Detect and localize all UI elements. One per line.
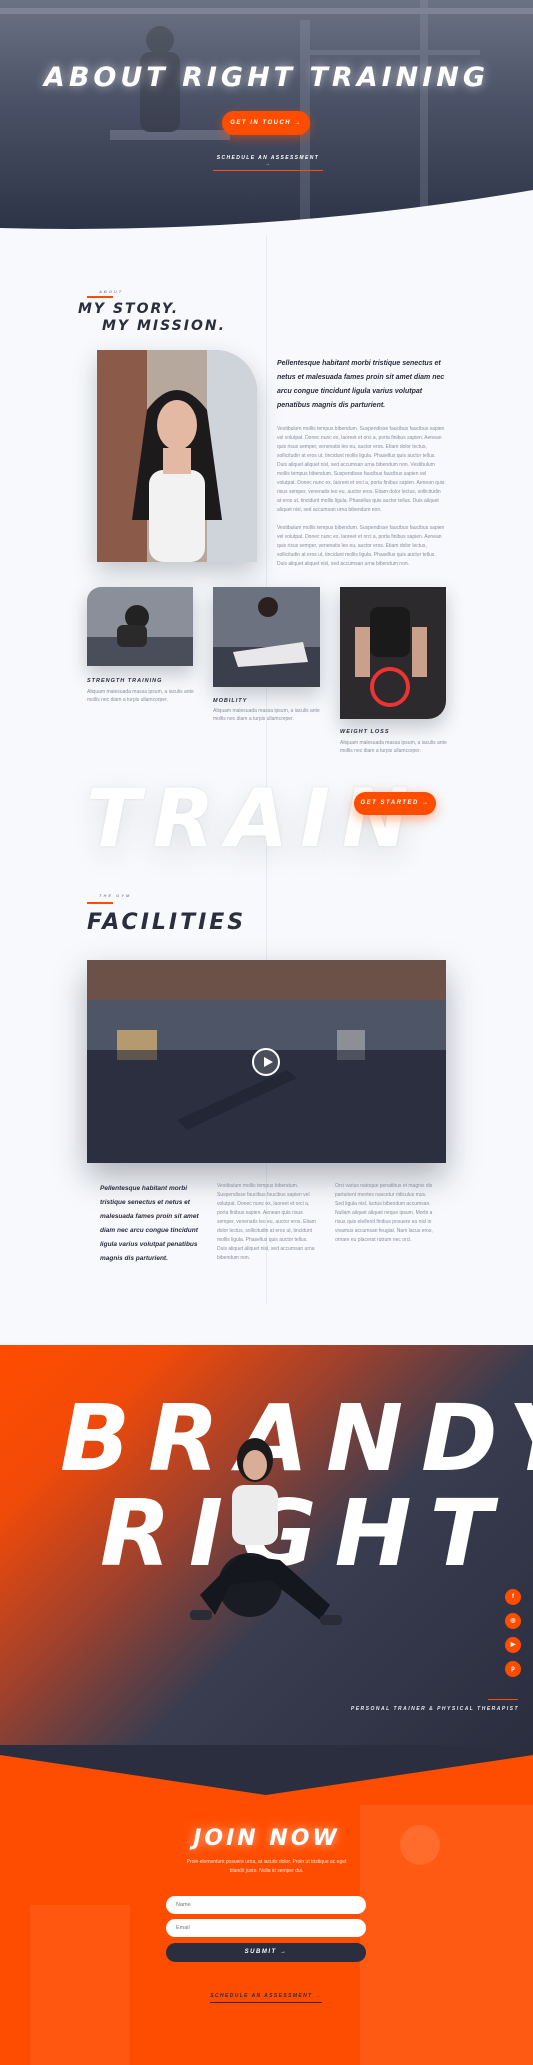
join-text: Proin elementum posuere urna, at iaculis… xyxy=(186,1859,347,1874)
page: ABOUT RIGHT TRAINING GET IN TOUCH → SCHE… xyxy=(0,0,533,2065)
train-heading: TRAIN xyxy=(86,772,421,865)
get-in-touch-button[interactable]: GET IN TOUCH → xyxy=(222,111,310,135)
hero-title: ABOUT RIGHT TRAINING xyxy=(43,62,490,93)
story-paragraph-2: Vestibulum mollis tempus bibendum. Suspe… xyxy=(277,525,445,567)
card-title-strength: STRENGTH TRAINING xyxy=(87,678,163,684)
instagram-icon[interactable]: ◎ xyxy=(505,1613,521,1629)
facilities-eyebrow: THE GYM xyxy=(99,893,132,898)
story-title-line2: MY MISSION. xyxy=(102,318,226,334)
card-text-mobility: Aliquam malesuada massa ipsum, a iaculis… xyxy=(213,708,320,722)
brandy-accent-line xyxy=(488,1699,518,1700)
hero-section: ABOUT RIGHT TRAINING GET IN TOUCH → SCHE… xyxy=(0,0,533,230)
facilities-video[interactable] xyxy=(87,960,446,1163)
pinterest-icon[interactable]: p xyxy=(505,1661,521,1677)
trainer-portrait-image xyxy=(97,350,257,562)
weight-loss-image xyxy=(340,587,446,719)
facilities-column-2: Vestibulum mollis tempus bibendum. Suspe… xyxy=(217,1183,316,1261)
brandy-subtitle: PERSONAL TRAINER & PHYSICAL THERAPIST xyxy=(350,1706,519,1712)
facilities-column-3: Orci varius natoque penatibus et magnis … xyxy=(335,1183,433,1243)
play-icon[interactable] xyxy=(252,1048,280,1076)
name-field[interactable] xyxy=(166,1896,366,1914)
facilities-lead-text: Pellentesque habitant morbi tristique se… xyxy=(100,1185,199,1262)
schedule-assessment-link[interactable]: SCHEDULE AN ASSESSMENT → xyxy=(213,155,323,171)
submit-button[interactable]: SUBMIT → xyxy=(166,1943,366,1962)
join-title: JOIN NOW xyxy=(193,1826,340,1851)
eyebrow-accent-line xyxy=(87,296,113,298)
trainer-photo xyxy=(190,1438,342,1625)
story-title: MY STORY. MY MISSION. xyxy=(78,301,226,335)
get-started-button[interactable]: GET STARTED → xyxy=(354,792,436,815)
facebook-icon[interactable]: f xyxy=(505,1589,521,1605)
card-title-mobility: MOBILITY xyxy=(213,698,248,704)
card-text-strength: Aliquam malesuada massa ipsum, a iaculis… xyxy=(87,689,194,703)
email-field[interactable] xyxy=(166,1919,366,1937)
brandy-section: BRANDY RIGHT xyxy=(0,1345,533,1745)
story-lead-text: Pellentesque habitant morbi tristique se… xyxy=(277,360,445,409)
eyebrow-accent-line xyxy=(87,902,113,904)
card-text-weight-loss: Aliquam malesuada massa ipsum, a iaculis… xyxy=(340,740,447,754)
youtube-icon[interactable]: ▶ xyxy=(505,1637,521,1653)
story-paragraph-1: Vestibulum mollis tempus bibendum. Suspe… xyxy=(277,426,445,513)
join-schedule-assessment-link[interactable]: SCHEDULE AN ASSESSMENT → xyxy=(210,1993,322,2003)
story-title-line1: MY STORY. xyxy=(78,301,180,317)
strength-training-image xyxy=(87,587,193,666)
facilities-title: FACILITIES xyxy=(87,910,247,935)
card-title-weight-loss: WEIGHT LOSS xyxy=(340,729,390,735)
mobility-image xyxy=(213,587,320,687)
hero-wave-divider xyxy=(0,190,533,230)
story-eyebrow: ABOUT xyxy=(99,289,124,294)
